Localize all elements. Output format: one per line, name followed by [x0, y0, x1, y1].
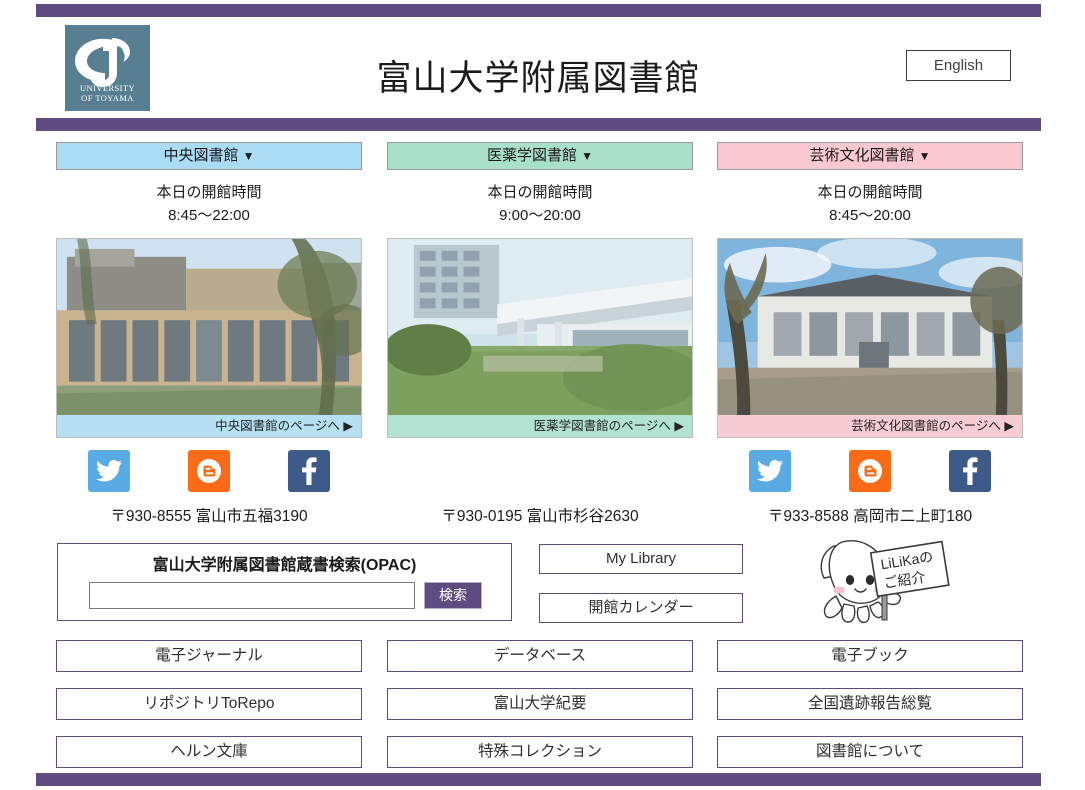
- search-input[interactable]: [89, 582, 415, 609]
- link-toyama-university-bulletin[interactable]: 富山大学紀要: [387, 688, 693, 720]
- library-name-medical: 医薬学図書館: [486, 147, 577, 164]
- page-root: UNIVERSITY OF TOYAMA 富山大学附属図書館 English 中…: [0, 0, 1085, 790]
- facebook-icon[interactable]: [949, 450, 991, 492]
- chevron-down-icon: ▼: [242, 149, 255, 163]
- link-hearn-collection[interactable]: ヘルン文庫: [56, 736, 362, 768]
- library-column-arts: 芸術文化図書館 ▼ 本日の開館時間 8:45〜20:00 芸術文化図書館のページ…: [717, 142, 1023, 526]
- link-repository-torepo[interactable]: リポジトリToRepo: [56, 688, 362, 720]
- opac-search-row: 検索: [89, 582, 482, 609]
- library-hours-arts: 本日の開館時間 8:45〜20:00: [717, 181, 1023, 227]
- library-photo-central[interactable]: 中央図書館のページへ ▶: [56, 238, 362, 438]
- library-address-medical: 〒930-0195 富山市杉谷2630: [441, 508, 639, 525]
- library-photo-arts[interactable]: 芸術文化図書館のページへ ▶: [717, 238, 1023, 438]
- hours-value: 8:45〜22:00: [168, 207, 250, 224]
- library-hours-central: 本日の開館時間 8:45〜22:00: [56, 181, 362, 227]
- twitter-icon[interactable]: [749, 450, 791, 492]
- library-hours-medical: 本日の開館時間 9:00〜20:00: [387, 181, 693, 227]
- my-library-button[interactable]: My Library: [539, 544, 743, 574]
- opac-search-panel: 富山大学附属図書館蔵書検索(OPAC) 検索: [57, 543, 512, 621]
- lilika-mascot[interactable]: LiLiKaの ご紹介: [812, 528, 952, 628]
- link-national-site-reports[interactable]: 全国遺跡報告総覧: [717, 688, 1023, 720]
- link-electronic-journals[interactable]: 電子ジャーナル: [56, 640, 362, 672]
- page-title: 富山大学附属図書館: [376, 59, 701, 99]
- twitter-icon[interactable]: [88, 450, 130, 492]
- library-name-arts: 芸術文化図書館: [809, 147, 915, 164]
- library-page-link-arts[interactable]: 芸術文化図書館のページへ ▶: [718, 415, 1022, 437]
- chevron-down-icon: ▼: [581, 149, 594, 163]
- hours-value: 9:00〜20:00: [499, 207, 581, 224]
- header-divider-rule: [36, 118, 1041, 131]
- library-page-link-central[interactable]: 中央図書館のページへ ▶: [57, 415, 361, 437]
- library-header-arts[interactable]: 芸術文化図書館 ▼: [717, 142, 1023, 170]
- photo-image-medical: [388, 239, 692, 437]
- top-purple-rule: [36, 4, 1041, 17]
- hours-label: 本日の開館時間: [156, 184, 262, 201]
- bottom-purple-rule: [36, 773, 1041, 786]
- library-photo-medical[interactable]: 医薬学図書館のページへ ▶: [387, 238, 693, 438]
- social-links-arts: [717, 450, 1023, 496]
- opening-calendar-button[interactable]: 開館カレンダー: [539, 593, 743, 623]
- library-column-medical: 医薬学図書館 ▼ 本日の開館時間 9:00〜20:00 医薬学図書館のページへ …: [387, 142, 693, 526]
- site-header: UNIVERSITY OF TOYAMA 富山大学附属図書館 English: [36, 17, 1041, 118]
- library-page-link-medical[interactable]: 医薬学図書館のページへ ▶: [388, 415, 692, 437]
- photo-image-arts: [718, 239, 1022, 437]
- english-language-button[interactable]: English: [906, 50, 1011, 81]
- hours-value: 8:45〜20:00: [829, 207, 911, 224]
- social-links-central: [56, 450, 362, 496]
- link-ebooks[interactable]: 電子ブック: [717, 640, 1023, 672]
- blogger-icon[interactable]: [849, 450, 891, 492]
- photo-image-central: [57, 239, 361, 437]
- library-address-central: 〒930-8555 富山市五福3190: [110, 508, 308, 525]
- library-address-arts: 〒933-8588 高岡市二上町180: [767, 508, 973, 525]
- link-special-collections[interactable]: 特殊コレクション: [387, 736, 693, 768]
- search-button[interactable]: 検索: [424, 582, 482, 609]
- hours-label: 本日の開館時間: [817, 184, 923, 201]
- library-name-central: 中央図書館: [163, 147, 239, 164]
- hours-label: 本日の開館時間: [487, 184, 593, 201]
- library-column-central: 中央図書館 ▼ 本日の開館時間 8:45〜22:00 中央図書館のページへ ▶ …: [56, 142, 362, 526]
- opac-title: 富山大学附属図書館蔵書検索(OPAC): [152, 557, 417, 574]
- link-databases[interactable]: データベース: [387, 640, 693, 672]
- library-header-central[interactable]: 中央図書館 ▼: [56, 142, 362, 170]
- facebook-icon[interactable]: [288, 450, 330, 492]
- library-header-medical[interactable]: 医薬学図書館 ▼: [387, 142, 693, 170]
- link-about-the-library[interactable]: 図書館について: [717, 736, 1023, 768]
- blogger-icon[interactable]: [188, 450, 230, 492]
- chevron-down-icon: ▼: [918, 149, 931, 163]
